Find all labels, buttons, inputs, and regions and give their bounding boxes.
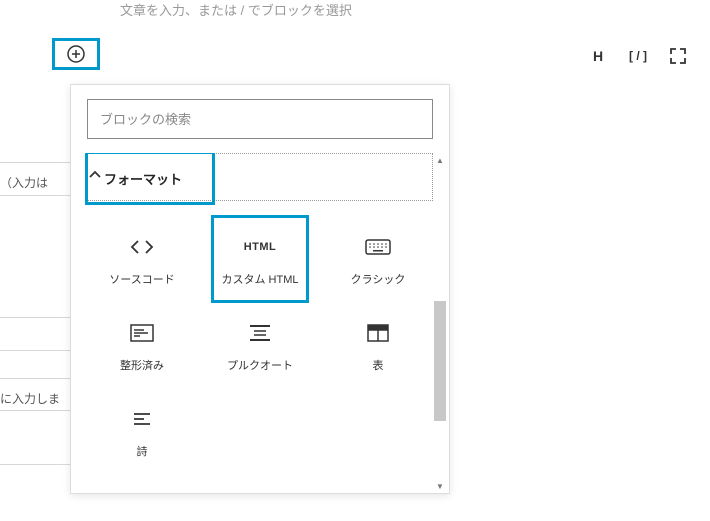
heading-tool-icon[interactable]: H: [586, 44, 610, 68]
block-verse[interactable]: 詩: [87, 393, 197, 471]
scrollbar[interactable]: ▲ ▼: [433, 153, 447, 493]
table-icon: [364, 319, 392, 347]
custom-html-highlight: [211, 215, 309, 303]
add-block-button[interactable]: [64, 42, 88, 66]
shortcode-tool-icon[interactable]: [ / ]: [626, 44, 650, 68]
editor-placeholder: 文章を入力、または / でブロックを選択: [120, 0, 352, 19]
block-preformatted[interactable]: 整形済み: [87, 307, 197, 385]
add-block-button-highlight: [52, 38, 100, 70]
block-inserter-popup: フォーマット ソースコード HTML カスタム HTML: [70, 84, 450, 494]
block-custom-html[interactable]: HTML カスタム HTML: [205, 221, 315, 299]
bg-input-label: （入力は: [0, 174, 48, 191]
code-icon: [128, 233, 156, 261]
verse-icon: [128, 405, 156, 433]
keyboard-icon: [364, 233, 392, 261]
pullquote-icon: [246, 319, 274, 347]
bg-enter-label: に入力しま: [0, 390, 60, 407]
block-source-code[interactable]: ソースコード: [87, 221, 197, 299]
block-classic[interactable]: クラシック: [323, 221, 433, 299]
category-label: フォーマット: [85, 153, 215, 205]
preformatted-icon: [128, 319, 156, 347]
scroll-thumb[interactable]: [434, 301, 446, 421]
expand-tool-icon[interactable]: [666, 44, 690, 68]
scroll-up-icon[interactable]: ▲: [433, 153, 447, 167]
search-input[interactable]: [87, 99, 433, 139]
block-table[interactable]: 表: [323, 307, 433, 385]
block-pullquote[interactable]: プルクオート: [205, 307, 315, 385]
scroll-down-icon[interactable]: ▼: [433, 479, 447, 493]
category-header-format[interactable]: フォーマット: [87, 153, 433, 201]
